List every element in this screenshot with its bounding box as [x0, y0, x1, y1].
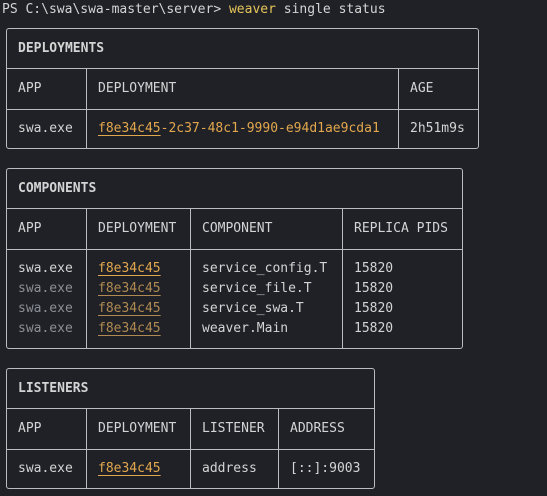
deployment-id-link[interactable]: f8e34c45: [98, 321, 161, 336]
components-row-app: swa.exe: [18, 301, 73, 316]
listeners-header-deployment: DEPLOYMENT: [98, 421, 177, 436]
deployments-header-deployment: DEPLOYMENT: [98, 81, 177, 96]
deployments-header-app: APP: [18, 81, 42, 96]
components-row-pids: 15820: [354, 261, 394, 276]
prompt-command: weaver: [228, 2, 276, 17]
deployment-id-link[interactable]: f8e34c45: [98, 461, 161, 476]
components-header-deployment: DEPLOYMENT: [98, 221, 177, 236]
deployments-title: DEPLOYMENTS: [18, 41, 105, 56]
deployment-id-link[interactable]: f8e34c45: [98, 121, 161, 136]
components-row-deployment: f8e34c45: [98, 299, 161, 319]
listeners-header-listener: LISTENER: [202, 421, 265, 436]
deployments-cell-app: swa.exe: [18, 121, 73, 136]
components-row-pids: 15820: [354, 281, 394, 296]
components-row-component: weaver.Main: [202, 321, 289, 336]
components-row-component: service_swa.T: [202, 301, 304, 316]
deployment-id-rest: -2c37-48c1-9990-e94d1ae9cda1: [160, 121, 380, 136]
deployment-id-link[interactable]: f8e34c45: [98, 261, 161, 276]
listeners-cell-deployment: f8e34c45: [98, 459, 161, 479]
components-header-component: COMPONENT: [202, 221, 273, 236]
deployment-id-link[interactable]: f8e34c45: [98, 301, 161, 316]
listeners-header-address: ADDRESS: [290, 421, 345, 436]
components-row-app: swa.exe: [18, 281, 73, 296]
listeners-title: LISTENERS: [18, 381, 89, 396]
components-row-component: service_config.T: [202, 261, 328, 276]
listeners-cell-listener: address: [202, 461, 257, 476]
deployments-table: DEPLOYMENTS APP DEPLOYMENT AGE swa.exe f…: [6, 28, 479, 149]
prompt-args: single status: [275, 2, 386, 17]
components-title: COMPONENTS: [18, 181, 97, 196]
listeners-table: LISTENERS APP DEPLOYMENT LISTENER ADDRES…: [6, 368, 375, 489]
listeners-header-app: APP: [18, 421, 42, 436]
prompt-path: PS C:\swa\swa-master\server>: [2, 2, 229, 17]
deployment-id-link[interactable]: f8e34c45: [98, 281, 161, 296]
components-header-replica-pids: REPLICA PIDS: [354, 221, 448, 236]
components-row-app: swa.exe: [18, 261, 73, 276]
terminal-prompt: PS C:\swa\swa-master\server> weaver sing…: [2, 1, 386, 19]
components-row-deployment: f8e34c45: [98, 319, 161, 339]
components-table: COMPONENTS APP DEPLOYMENT COMPONENT REPL…: [6, 168, 463, 349]
components-row-component: service_file.T: [202, 281, 312, 296]
listeners-cell-address: [::]:9003: [290, 461, 361, 476]
deployments-cell-age: 2h51m9s: [410, 121, 465, 136]
components-row-deployment: f8e34c45: [98, 279, 161, 299]
components-header-app: APP: [18, 221, 42, 236]
deployments-header-age: AGE: [410, 81, 434, 96]
components-row-app: swa.exe: [18, 321, 73, 336]
listeners-cell-app: swa.exe: [18, 461, 73, 476]
deployments-cell-deployment: f8e34c45-2c37-48c1-9990-e94d1ae9cda1: [98, 119, 380, 139]
components-row-pids: 15820: [354, 321, 394, 336]
components-row-pids: 15820: [354, 301, 394, 316]
components-row-deployment: f8e34c45: [98, 259, 161, 279]
